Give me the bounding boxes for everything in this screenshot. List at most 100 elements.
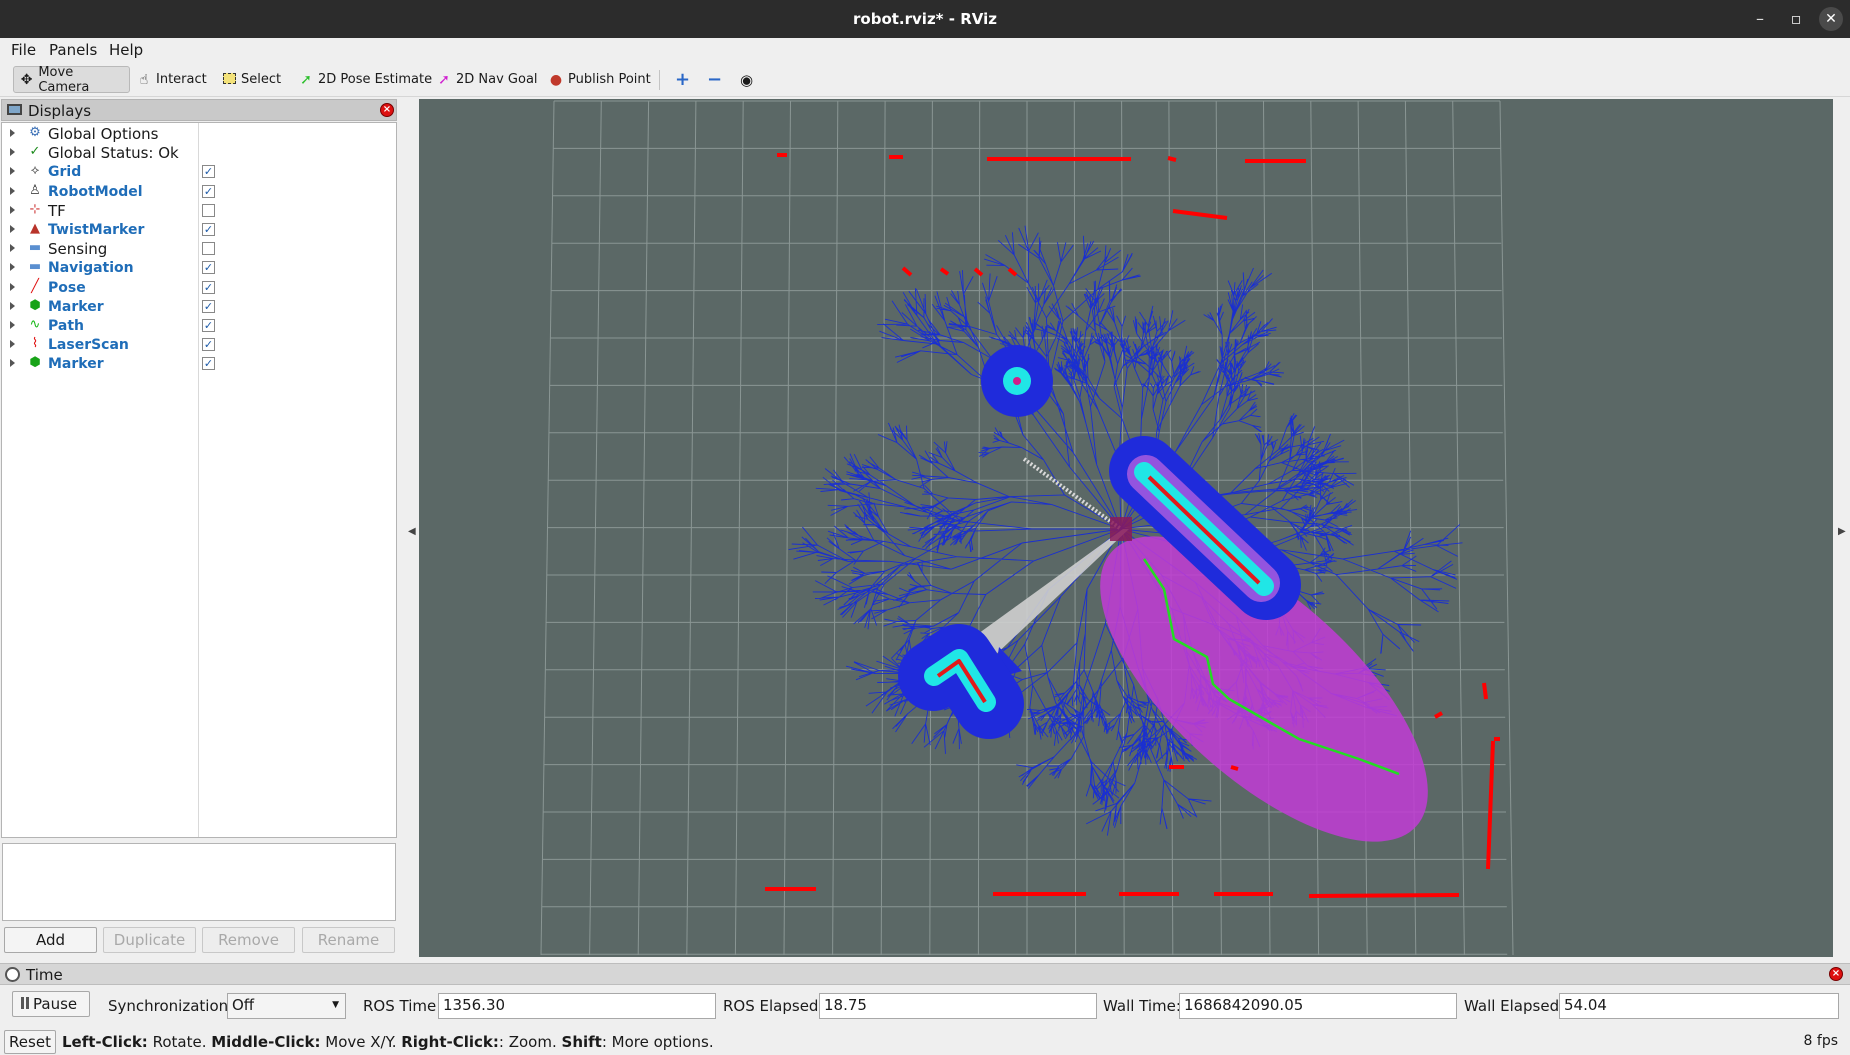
expand-arrow-icon[interactable] [10, 148, 15, 157]
expand-arrow-icon[interactable] [10, 340, 15, 349]
view-eye-icon[interactable]: ◉ [736, 66, 757, 93]
render-viewport[interactable] [419, 99, 1833, 957]
interact-tool[interactable]: ☝ Interact [131, 66, 211, 93]
close-time-panel-icon[interactable]: × [1829, 967, 1843, 981]
gear-icon: ⚙ [29, 125, 41, 140]
ros-elapsed-label: ROS Elapsed: [723, 997, 824, 1015]
toolbar-separator [659, 70, 660, 90]
display-row-robotmodel[interactable]: ♙ RobotModel ✓ [2, 182, 396, 201]
displays-tree: ⚙ Global Options ✓ Global Status: Ok ⟡ Grid ✓ ♙… [1, 122, 397, 838]
clock-icon [5, 967, 20, 982]
display-checkbox[interactable]: ✓ [202, 338, 215, 352]
left-click-desc: Rotate. [147, 1033, 212, 1051]
display-row-twistmarker[interactable]: ▲ TwistMarker ✓ [2, 220, 396, 239]
wall-time-label: Wall Time: [1103, 997, 1181, 1015]
display-row-grid[interactable]: ⟡ Grid ✓ [2, 162, 396, 181]
display-checkbox[interactable]: ✓ [202, 184, 215, 198]
expand-arrow-icon[interactable] [10, 167, 15, 176]
display-row-sensing[interactable]: ▬ Sensing [2, 239, 396, 258]
scene-canvas[interactable] [419, 99, 1833, 957]
mouse-help-text: Left-Click: Rotate. Middle-Click: Move X… [62, 1033, 714, 1051]
display-checkbox[interactable]: ✓ [202, 280, 215, 294]
laser-segment [1230, 765, 1239, 771]
obstacle-circle-center [1013, 377, 1021, 385]
nav-goal-label: 2D Nav Goal [456, 72, 538, 87]
wall-time-field[interactable]: 1686842090.05 [1179, 993, 1457, 1019]
expand-arrow-icon[interactable] [10, 301, 15, 310]
display-label: Grid [48, 164, 82, 181]
display-row-pose[interactable]: ╱ Pose ✓ [2, 278, 396, 297]
middle-click-desc: Move X/Y. [320, 1033, 402, 1051]
pause-label: Pause [33, 995, 78, 1013]
expand-arrow-icon[interactable] [10, 129, 15, 137]
laser-segment [1172, 209, 1228, 220]
remove-tool-icon[interactable]: − [703, 66, 726, 93]
select-tool[interactable]: Select [216, 66, 285, 93]
display-checkbox[interactable] [202, 203, 215, 217]
display-checkbox[interactable]: ✓ [202, 299, 215, 313]
folder-icon: ▬ [28, 259, 42, 275]
display-checkbox[interactable]: ✓ [202, 357, 215, 371]
display-row-path[interactable]: ∿ Path ✓ [2, 316, 396, 335]
display-row-navigation[interactable]: ▬ Navigation ✓ [2, 258, 396, 277]
display-checkbox[interactable]: ✓ [202, 223, 215, 236]
sync-value: Off [232, 996, 255, 1014]
magenta-arrow-icon: ➚ [438, 71, 450, 88]
display-checkbox[interactable] [202, 242, 215, 256]
menu-file[interactable]: File [11, 41, 36, 59]
sync-select[interactable]: Off ▼ [227, 993, 346, 1019]
right-click-desc: : Zoom. [498, 1033, 562, 1051]
display-row-marker[interactable]: ⬢ Marker ✓ [2, 297, 396, 316]
add-tool-icon[interactable]: + [671, 66, 694, 93]
display-checkbox[interactable]: ✓ [202, 319, 215, 332]
expand-arrow-icon[interactable] [10, 205, 15, 214]
expand-arrow-icon[interactable] [10, 359, 15, 368]
close-window-icon[interactable]: ✕ [1819, 7, 1843, 31]
pause-button[interactable]: Pause [12, 991, 90, 1017]
right-click-key: Right-Click: [401, 1033, 499, 1051]
expand-arrow-icon[interactable] [10, 186, 15, 195]
display-row-laserscan[interactable]: ⌇ LaserScan ✓ [2, 335, 396, 354]
menu-help[interactable]: Help [109, 41, 143, 59]
add-button[interactable]: Add [4, 927, 97, 953]
expand-arrow-icon[interactable] [10, 244, 15, 253]
move-camera-label: Move Camera [38, 64, 90, 95]
restore-icon[interactable]: ▫ [1783, 6, 1809, 32]
rename-button[interactable]: Rename [302, 927, 395, 953]
ros-time-field[interactable]: 1356.30 [438, 993, 716, 1019]
display-label: TF [48, 201, 66, 220]
expand-arrow-icon[interactable] [10, 225, 15, 233]
publish-point-tool[interactable]: ● Publish Point [543, 66, 655, 93]
pose-estimate-label: 2D Pose Estimate [318, 72, 433, 87]
remove-button[interactable]: Remove [202, 927, 295, 953]
display-checkbox[interactable]: ✓ [202, 165, 215, 179]
wall-elapsed-field[interactable]: 54.04 [1559, 993, 1839, 1019]
laser-segment [1486, 740, 1495, 870]
display-checkbox[interactable]: ✓ [202, 261, 215, 275]
move-camera-tool[interactable]: ✥ Move Camera [13, 64, 130, 95]
duplicate-button[interactable]: Duplicate [103, 927, 196, 953]
display-row-marker[interactable]: ⬢ Marker ✓ [2, 354, 396, 373]
expand-arrow-icon[interactable] [10, 282, 15, 291]
status-bar: Reset Left-Click: Rotate. Middle-Click: … [0, 1029, 1850, 1055]
robot-icon: ♙ [29, 182, 41, 198]
collapse-right-icon[interactable]: ▶ [1838, 526, 1846, 537]
collapse-left-icon[interactable]: ◀ [408, 526, 416, 537]
nav-goal-tool[interactable]: ➚ 2D Nav Goal [431, 66, 542, 93]
minimize-icon[interactable]: – [1747, 6, 1773, 32]
display-row-tf[interactable]: ⊹ TF [2, 201, 396, 220]
close-panel-icon[interactable]: × [380, 103, 394, 117]
window-title: robot.rviz* - RViz [853, 10, 997, 28]
expand-arrow-icon[interactable] [10, 321, 15, 329]
ros-elapsed-field[interactable]: 18.75 [819, 993, 1097, 1019]
pose-estimate-tool[interactable]: ➚ 2D Pose Estimate [293, 66, 436, 93]
displays-title-bar: Displays × [1, 99, 397, 121]
menu-panels[interactable]: Panels [49, 41, 97, 59]
fps-counter: 8 fps [1803, 1033, 1838, 1049]
display-row-global-options[interactable]: ⚙ Global Options [2, 124, 396, 143]
laser-segment [939, 267, 950, 276]
display-row-global-status-ok[interactable]: ✓ Global Status: Ok [2, 143, 396, 162]
expand-arrow-icon[interactable] [10, 263, 15, 272]
robot-model [1110, 517, 1132, 541]
reset-button[interactable]: Reset [4, 1030, 56, 1054]
